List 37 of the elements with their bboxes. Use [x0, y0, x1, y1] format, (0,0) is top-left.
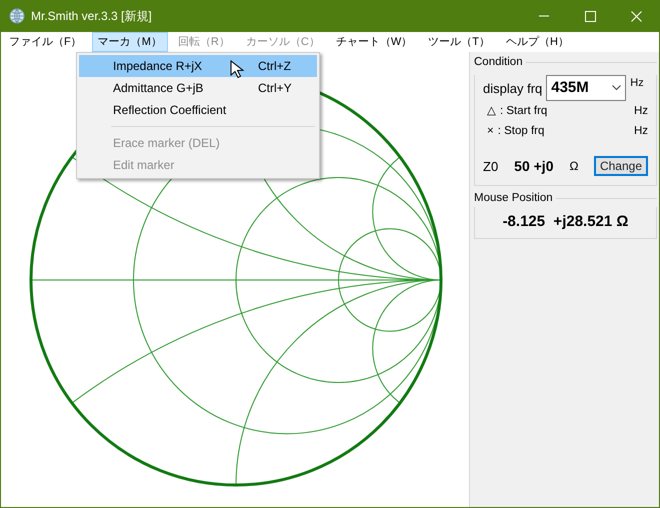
- group-title: Condition: [474, 55, 523, 70]
- menu-item[interactable]: ツール（T）: [422, 32, 496, 52]
- frequency-dropdown[interactable]: 435M: [546, 75, 626, 102]
- option-label: Edit marker: [113, 157, 174, 174]
- minimize-icon[interactable]: [538, 15, 550, 17]
- shortcut-label: Ctrl+Y: [258, 80, 293, 97]
- globe-icon: [9, 8, 25, 24]
- maximize-icon[interactable]: [584, 10, 596, 22]
- menu-option[interactable]: Reflection Coefficient: [79, 99, 317, 121]
- group-title: Mouse Position: [474, 190, 553, 206]
- field-label: : Stop frq: [498, 124, 546, 138]
- field-label: display frq: [483, 80, 542, 98]
- shortcut-label: Ctrl+Z: [258, 58, 292, 75]
- unit-label: Hz: [630, 76, 644, 92]
- menu-option[interactable]: Admittance G+jB Ctrl+Y: [79, 77, 317, 99]
- field-label: Z0: [483, 158, 498, 176]
- position-value: -8.125 +j28.521 Ω: [502, 213, 628, 230]
- close-icon[interactable]: [630, 10, 642, 22]
- option-label: Admittance G+jB: [113, 80, 204, 97]
- chevron-down-icon: [612, 85, 622, 92]
- impedance-value: 50 +j0: [514, 156, 554, 176]
- menu-item[interactable]: チャート（W）: [330, 32, 418, 52]
- option-label: Reflection Coefficient: [113, 102, 226, 119]
- unit-label: Hz: [634, 124, 648, 138]
- change-button[interactable]: Change: [594, 156, 648, 176]
- marker-symbol: ×: [487, 124, 494, 138]
- menu-item[interactable]: ヘルプ（H）: [500, 32, 575, 52]
- menu-option[interactable]: Impedance R+jX Ctrl+Z: [79, 55, 317, 77]
- unit-label: Hz: [634, 104, 648, 120]
- option-label: Impedance R+jX: [113, 58, 202, 75]
- marker-symbol: △: [487, 104, 496, 120]
- menu-item[interactable]: ファイル（F）: [3, 32, 88, 52]
- menu-item[interactable]: マーカ（M）: [92, 32, 168, 52]
- window-title: Mr.Smith ver.3.3 [新規]: [31, 8, 152, 25]
- option-label: Erace marker (DEL): [113, 135, 220, 152]
- unit-label: Ω: [570, 158, 580, 176]
- field-label: : Start frq: [500, 104, 548, 120]
